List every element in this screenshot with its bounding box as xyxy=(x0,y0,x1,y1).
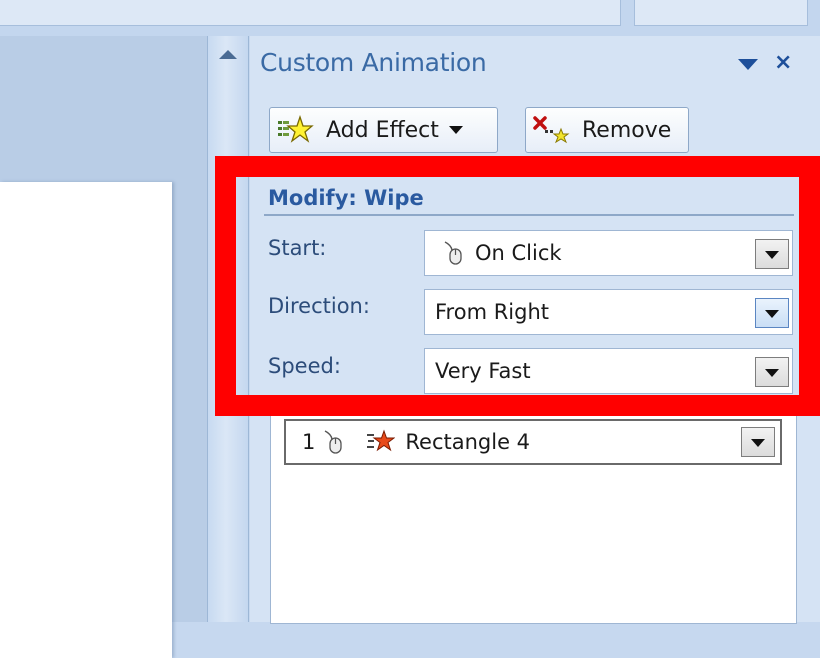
slide-canvas[interactable] xyxy=(0,182,172,658)
remove-effect-icon xyxy=(532,115,570,145)
effect-label: Rectangle 4 xyxy=(405,430,531,454)
chevron-down-icon xyxy=(751,439,765,447)
scroll-up-arrow-icon[interactable] xyxy=(219,50,237,59)
effect-dropdown-button[interactable] xyxy=(741,427,775,457)
add-effect-button[interactable]: Add Effect xyxy=(269,107,498,153)
remove-button[interactable]: Remove xyxy=(525,107,689,153)
top-tab-area xyxy=(0,0,621,26)
pane-menu-arrow-icon[interactable] xyxy=(738,59,758,70)
slide-workspace xyxy=(0,36,207,658)
pane-title: Custom Animation xyxy=(260,48,487,77)
add-effect-label: Add Effect xyxy=(326,117,439,143)
top-right-area xyxy=(634,0,808,26)
add-effect-star-icon xyxy=(276,114,314,145)
entrance-star-icon xyxy=(365,429,396,455)
pane-close-icon[interactable]: × xyxy=(774,50,792,75)
mouse-icon xyxy=(321,429,345,455)
top-toolbar-strip xyxy=(0,0,820,36)
effect-order-number: 1 xyxy=(302,430,316,454)
remove-label: Remove xyxy=(582,117,672,143)
highlight-box xyxy=(215,156,820,416)
list-item[interactable]: 1 Rectangle 4 xyxy=(284,419,782,465)
chevron-down-icon xyxy=(448,126,463,134)
